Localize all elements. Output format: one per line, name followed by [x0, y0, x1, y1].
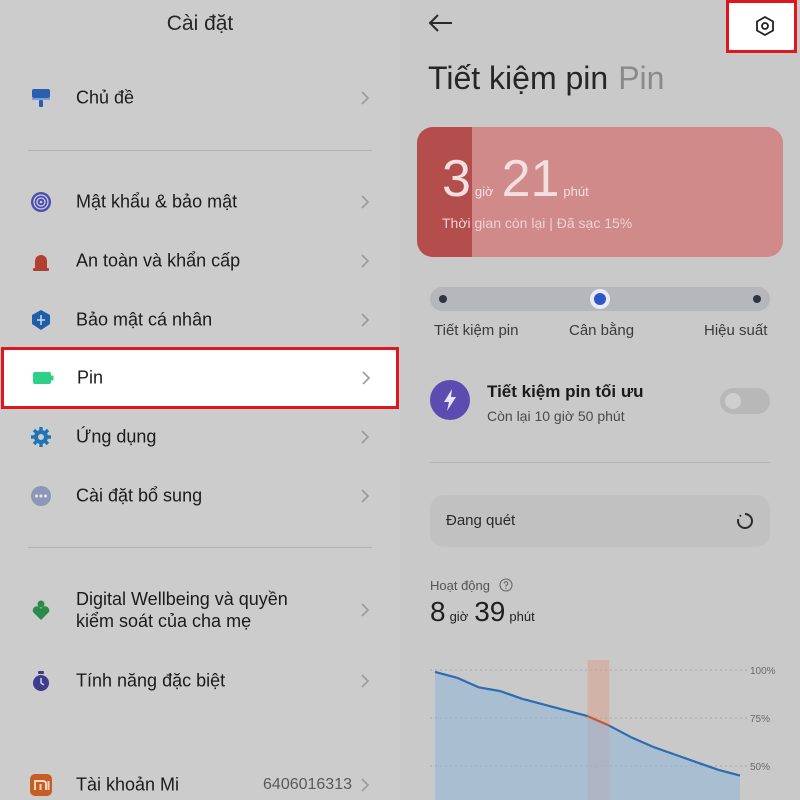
settings-title: Cài đặt [166, 12, 234, 35]
settings-item-apps[interactable]: Ứng dụng [0, 412, 400, 462]
siren-icon [33, 255, 49, 271]
battery-usage-chart: 100% 75% 50% [430, 660, 776, 800]
shield-icon [32, 310, 50, 330]
remaining-minutes: 21 [501, 150, 560, 208]
chevron-right-icon [361, 430, 370, 444]
ultra-saver-title: Tiết kiệm pin tối ưu [487, 382, 644, 401]
activity-label: Hoạt động [430, 578, 490, 593]
settings-item-additional[interactable]: Cài đặt bổ sung [0, 471, 400, 521]
ultra-saver-toggle[interactable] [720, 388, 770, 414]
chevron-right-icon [362, 371, 371, 385]
activity-minutes: 39 [474, 596, 506, 627]
battery-saver-panel: Tiết kiệm pin Pin 3 giờ 21 phút Thời gian cò… [400, 0, 800, 800]
chevron-right-icon [361, 674, 370, 688]
chevron-right-icon [361, 254, 370, 268]
settings-item-battery[interactable]: Pin [1, 347, 399, 409]
settings-item-label: Cài đặt bổ sung [76, 485, 203, 506]
settings-item-label: Chủ đề [76, 87, 135, 108]
settings-item-label: Mật khẩu & bảo mật [76, 191, 238, 212]
activity-duration: 8 giờ 39 phút [430, 596, 541, 628]
ultra-saver-subtitle: Còn lại 10 giờ 50 phút [487, 408, 625, 424]
chevron-right-icon [361, 603, 370, 617]
label-line-2: kiểm soát của cha mẹ [76, 611, 252, 631]
scan-card[interactable]: Đang quét [430, 495, 770, 547]
slider-stop [439, 295, 447, 303]
settings-item-label: Bảo mật cá nhân [76, 309, 213, 330]
divider [28, 547, 372, 548]
divider [430, 462, 770, 463]
battery-settings-button[interactable] [726, 0, 797, 53]
battery-mode-slider[interactable] [430, 287, 770, 311]
toggle-knob [725, 393, 741, 409]
help-question-icon[interactable] [499, 578, 513, 592]
mode-label-saver[interactable]: Tiết kiệm pin [434, 322, 518, 339]
paint-roller-icon [32, 89, 50, 107]
account-id: 6406016313 [263, 776, 352, 793]
scan-label: Đang quét [446, 512, 516, 529]
hours-unit: giờ [474, 184, 494, 199]
mode-label-balanced[interactable]: Cân bằng [569, 322, 634, 339]
back-arrow-icon[interactable] [428, 12, 454, 34]
settings-panel: Cài đặt Chủ đề Mật khẩu & bảo mật An toà… [0, 0, 400, 800]
y-tick-label: 50% [750, 762, 770, 773]
battery-remaining-time: 3 giờ 21 phút [442, 149, 597, 209]
activity-hours: 8 [430, 596, 446, 627]
settings-item-theme[interactable]: Chủ đề [0, 73, 400, 123]
battery-icon [33, 372, 54, 384]
lightning-icon [430, 380, 470, 420]
chevron-right-icon [361, 489, 370, 503]
settings-item-privacy[interactable]: Bảo mật cá nhân [0, 295, 400, 345]
chevron-right-icon [361, 778, 370, 792]
settings-item-password-security[interactable]: Mật khẩu & bảo mật [0, 177, 400, 227]
activity-minutes-unit: phút [509, 609, 535, 624]
battery-caption: Thời gian còn lại | Đã sạc 15% [442, 215, 633, 231]
battery-status-card: 3 giờ 21 phút Thời gian còn lại | Đã sạc 15… [417, 127, 783, 257]
settings-item-special-features[interactable]: Tính năng đặc biệt [0, 656, 400, 706]
settings-item-label: An toàn và khẩn cấp [76, 250, 241, 271]
wellbeing-person-icon [32, 600, 50, 620]
settings-hexagon-icon [756, 15, 774, 37]
fingerprint-icon [31, 192, 51, 212]
y-tick-label: 100% [750, 666, 776, 677]
page-title: Tiết kiệm pin Pin [428, 60, 664, 97]
chevron-right-icon [361, 195, 370, 209]
gear-icon [31, 427, 51, 447]
minutes-unit: phút [563, 184, 589, 199]
label-line-1: Digital Wellbeing và quyền [76, 589, 288, 609]
mode-label-performance[interactable]: Hiệu suất [704, 322, 767, 339]
chevron-right-icon [361, 91, 370, 105]
divider [28, 150, 372, 151]
stopwatch-icon [33, 671, 49, 691]
activity-hours-unit: giờ [449, 609, 469, 624]
y-tick-label: 75% [750, 714, 770, 725]
slider-stop [753, 295, 761, 303]
settings-item-digital-wellbeing[interactable]: Digital Wellbeing và quyền kiểm soát của… [0, 585, 400, 635]
settings-item-safety-emergency[interactable]: An toàn và khẩn cấp [0, 236, 400, 286]
settings-item-label: Tài khoản Mi [76, 774, 180, 795]
loading-spinner-icon [737, 513, 753, 529]
page-title-main: Tiết kiệm pin [428, 60, 609, 96]
settings-item-label: Digital Wellbeing và quyền kiểm soát của… [76, 588, 288, 632]
page-title-sub: Pin [618, 60, 665, 96]
settings-item-label: Tính năng đặc biệt [76, 670, 226, 691]
more-dots-icon [31, 486, 51, 506]
chevron-right-icon [361, 313, 370, 327]
remaining-hours: 3 [442, 150, 471, 208]
settings-item-label: Ứng dụng [76, 426, 157, 447]
settings-item-mi-account[interactable]: Tài khoản Mi 6406016313 [0, 760, 400, 800]
slider-knob[interactable] [590, 289, 610, 309]
mi-logo-icon [30, 774, 52, 796]
settings-item-label: Pin [77, 367, 104, 388]
